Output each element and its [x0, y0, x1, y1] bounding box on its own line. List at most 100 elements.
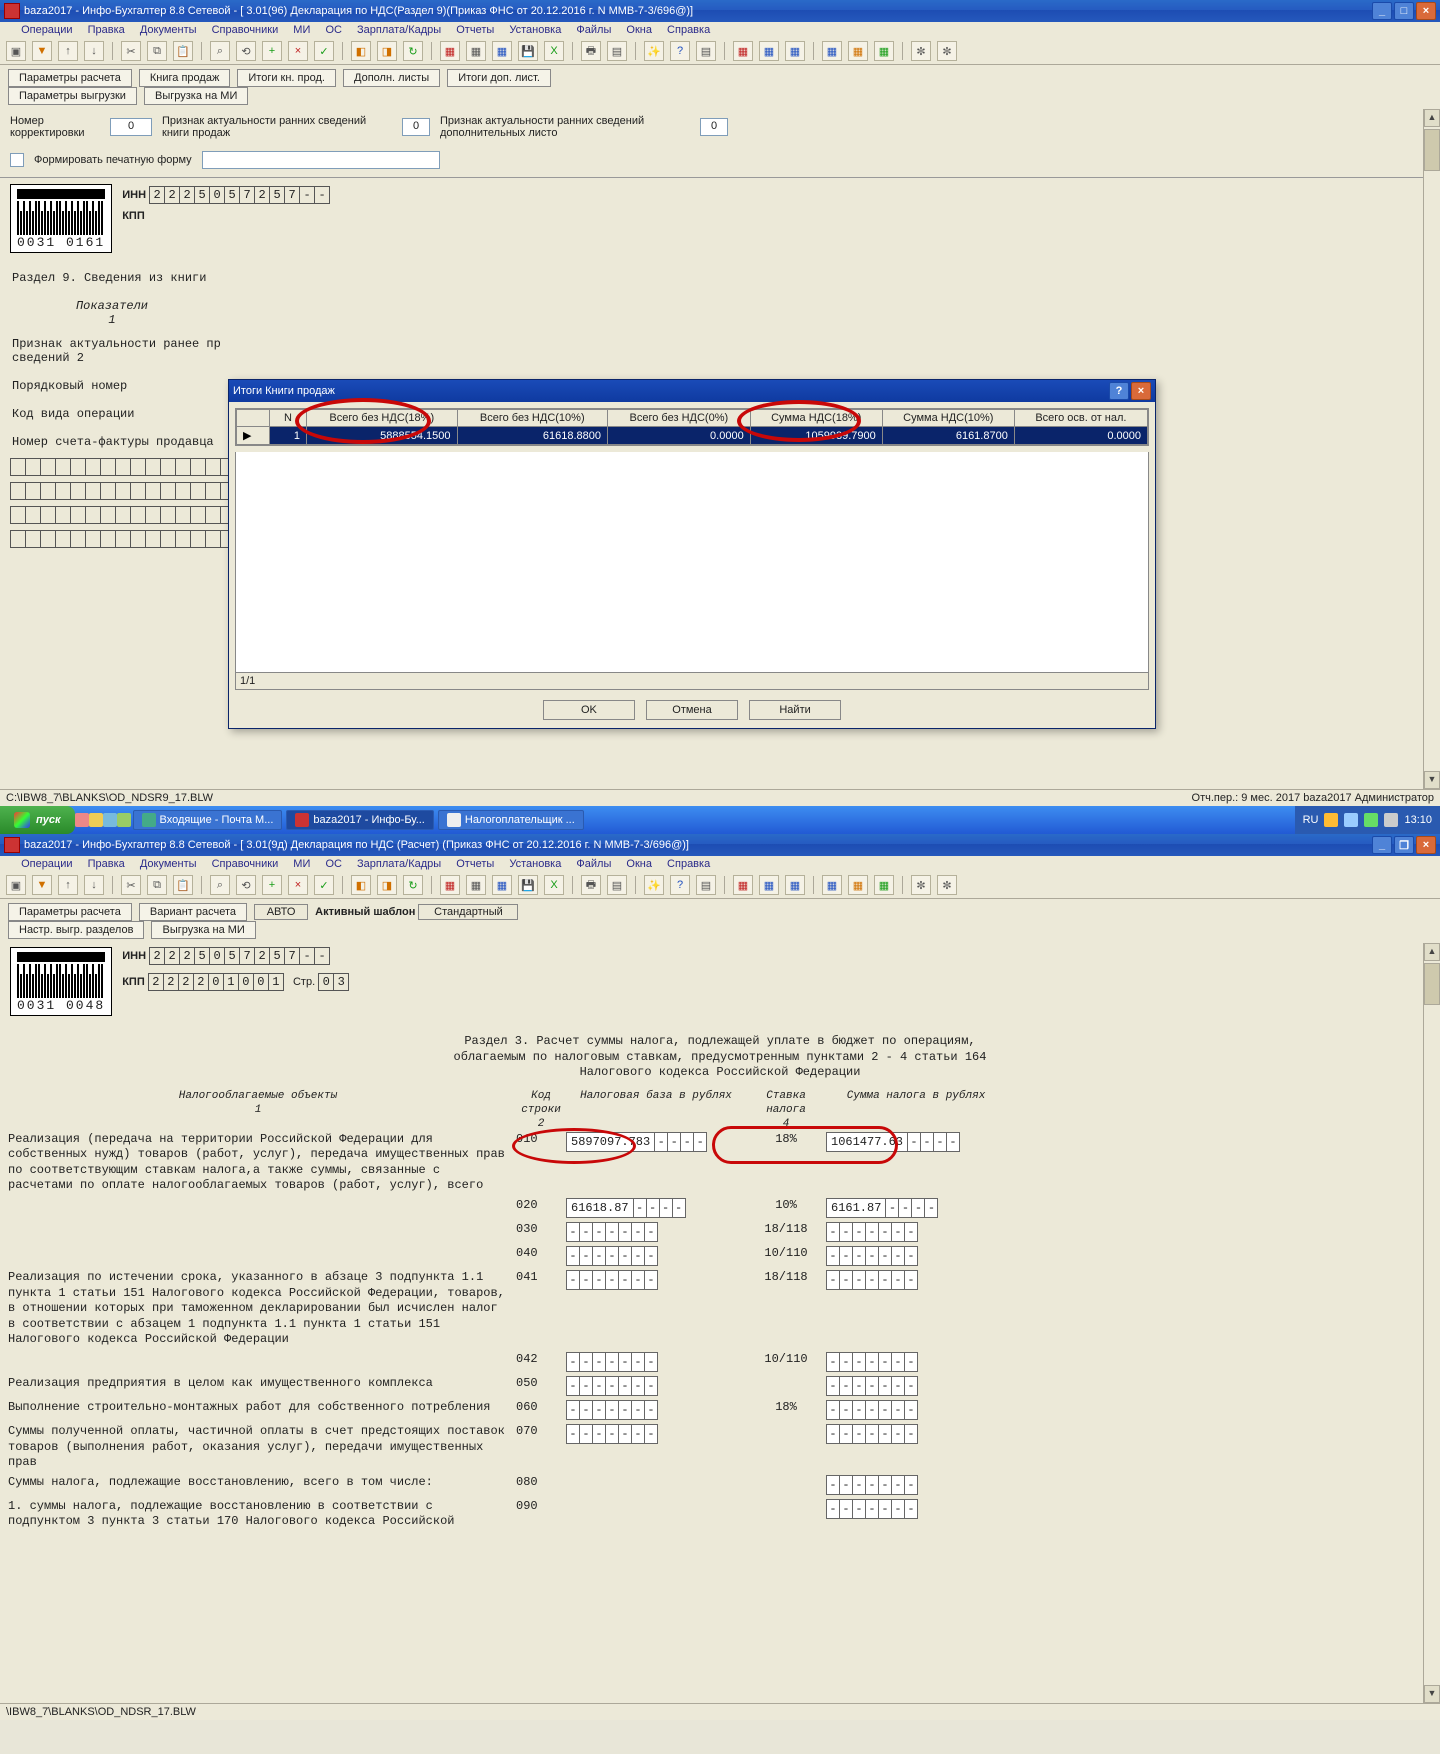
calculator-icon[interactable]: ▦	[492, 875, 512, 895]
variant-value[interactable]: АВТО	[254, 904, 308, 920]
calculator-icon[interactable]: ▦	[492, 41, 512, 61]
tool-icon[interactable]: ◨	[377, 875, 397, 895]
tax-field[interactable]: -------	[826, 1400, 918, 1420]
menu-item[interactable]: Правка	[88, 858, 125, 870]
tool-icon[interactable]: ▦	[733, 41, 753, 61]
sort-desc-icon[interactable]: ↓	[84, 41, 104, 61]
scroll-thumb[interactable]	[1424, 129, 1440, 171]
tool-icon[interactable]: ⟲	[236, 41, 256, 61]
save-icon[interactable]: 💾	[518, 41, 538, 61]
tab-params[interactable]: Параметры расчета	[8, 69, 132, 87]
lang-indicator[interactable]: RU	[1303, 814, 1319, 826]
act-book-input[interactable]: 0	[402, 118, 430, 136]
quick-icon[interactable]	[103, 813, 117, 827]
menu-item[interactable]: Документы	[140, 858, 197, 870]
tab-params[interactable]: Параметры расчета	[8, 903, 132, 921]
check-icon[interactable]: ✓	[314, 875, 334, 895]
menu-item[interactable]: Зарплата/Кадры	[357, 858, 441, 870]
dialog-close-button[interactable]: ×	[1131, 382, 1151, 400]
tool-icon[interactable]: ✼	[937, 875, 957, 895]
ok-button[interactable]: OK	[543, 700, 635, 720]
tool-icon[interactable]: ✼	[911, 875, 931, 895]
tool-icon[interactable]: ▦	[848, 41, 868, 61]
menu-item[interactable]: Справочники	[212, 24, 279, 36]
sort-asc-icon[interactable]: ↑	[58, 41, 78, 61]
print-icon[interactable]: 🖶	[581, 875, 601, 895]
base-field[interactable]: -------	[566, 1270, 658, 1290]
delete-icon[interactable]: ×	[288, 41, 308, 61]
excel-icon[interactable]: X	[544, 41, 564, 61]
print-form-checkbox[interactable]	[10, 153, 24, 167]
grid-row-selected[interactable]: ▶ 1 5888554.1500 61618.8800 0.0000 10599…	[237, 427, 1148, 445]
tab-totals[interactable]: Итоги кн. прод.	[237, 69, 336, 87]
inn-field[interactable]: 2225057257--	[149, 947, 330, 965]
min-button[interactable]: _	[1372, 2, 1392, 20]
tool-icon[interactable]: ▦	[759, 41, 779, 61]
filter-icon[interactable]: ▼	[32, 41, 52, 61]
find-button[interactable]: Найти	[749, 700, 841, 720]
menu-item[interactable]: Документы	[140, 24, 197, 36]
menu-item[interactable]: Операции	[21, 858, 72, 870]
menu-item[interactable]: Справка	[667, 858, 710, 870]
menu-item[interactable]: ОС	[325, 858, 342, 870]
sort-desc-icon[interactable]: ↓	[84, 875, 104, 895]
tray-icon[interactable]	[1384, 813, 1398, 827]
preview-icon[interactable]: ▤	[607, 41, 627, 61]
menu-item[interactable]: Файлы	[576, 858, 611, 870]
check-icon[interactable]: ✓	[314, 41, 334, 61]
tab-export-settings[interactable]: Настр. выгр. разделов	[8, 921, 144, 939]
tax-field[interactable]: -------	[826, 1499, 918, 1519]
sort-asc-icon[interactable]: ↑	[58, 875, 78, 895]
tool-icon[interactable]: ⌕	[210, 41, 230, 61]
cut-icon[interactable]: ✂	[121, 875, 141, 895]
tool-icon[interactable]: ◧	[351, 41, 371, 61]
tool-icon[interactable]: ▦	[785, 875, 805, 895]
base-field[interactable]: -------	[566, 1376, 658, 1396]
copy-icon[interactable]: ⧉	[147, 41, 167, 61]
excel-icon[interactable]: X	[544, 875, 564, 895]
tax-field[interactable]: 6161.87----	[826, 1198, 938, 1218]
tab-export[interactable]: Выгрузка на МИ	[151, 921, 255, 939]
save-icon[interactable]: 💾	[518, 875, 538, 895]
tab-extra-totals[interactable]: Итоги доп. лист.	[447, 69, 551, 87]
print-icon[interactable]: 🖶	[581, 41, 601, 61]
tray-icon[interactable]	[1344, 813, 1358, 827]
cut-icon[interactable]: ✂	[121, 41, 141, 61]
tmpl-value[interactable]: Стандартный	[418, 904, 518, 920]
tax-field[interactable]: -------	[826, 1376, 918, 1396]
paste-icon[interactable]: 📋	[173, 875, 193, 895]
menu-item[interactable]: Справка	[667, 24, 710, 36]
copy-icon[interactable]: ⧉	[147, 875, 167, 895]
tab-extra[interactable]: Дополн. листы	[343, 69, 440, 87]
page-field[interactable]: 03	[318, 973, 349, 991]
kpp-field[interactable]: 222201001	[148, 973, 284, 991]
min-button[interactable]: _	[1372, 836, 1392, 854]
menu-item[interactable]: Справочники	[212, 858, 279, 870]
menu-item[interactable]: Установка	[509, 858, 561, 870]
scroll-up-icon[interactable]: ▲	[1424, 943, 1440, 961]
preview-icon[interactable]: ▤	[607, 875, 627, 895]
close-button[interactable]: ×	[1416, 2, 1436, 20]
menu-item[interactable]: Зарплата/Кадры	[357, 24, 441, 36]
tray-icon[interactable]	[1324, 813, 1338, 827]
refresh-icon[interactable]: ↻	[403, 41, 423, 61]
pdf-icon[interactable]: ▦	[440, 41, 460, 61]
tool-icon[interactable]: ✼	[937, 41, 957, 61]
tab-variant[interactable]: Вариант расчета	[139, 903, 247, 921]
taskbar-item-active[interactable]: baza2017 - Инфо-Бу...	[286, 810, 433, 830]
quick-icon[interactable]	[117, 813, 131, 827]
tool-icon[interactable]: ▦	[874, 41, 894, 61]
scroll-down-icon[interactable]: ▼	[1424, 1685, 1440, 1703]
wand-icon[interactable]: ✨	[644, 41, 664, 61]
tab-book[interactable]: Книга продаж	[139, 69, 230, 87]
tax-field[interactable]: -------	[826, 1222, 918, 1242]
calendar-icon[interactable]: ▦	[466, 41, 486, 61]
menu-item[interactable]: МИ	[293, 24, 310, 36]
help-icon[interactable]: ?	[670, 41, 690, 61]
tool-icon[interactable]: ⌕	[210, 875, 230, 895]
inn-field[interactable]: 2225057257--	[149, 186, 330, 204]
corr-input[interactable]: 0	[110, 118, 152, 136]
base-field[interactable]: 5897097.783----	[566, 1132, 707, 1152]
base-field[interactable]: -------	[566, 1352, 658, 1372]
menu-item[interactable]: Установка	[509, 24, 561, 36]
